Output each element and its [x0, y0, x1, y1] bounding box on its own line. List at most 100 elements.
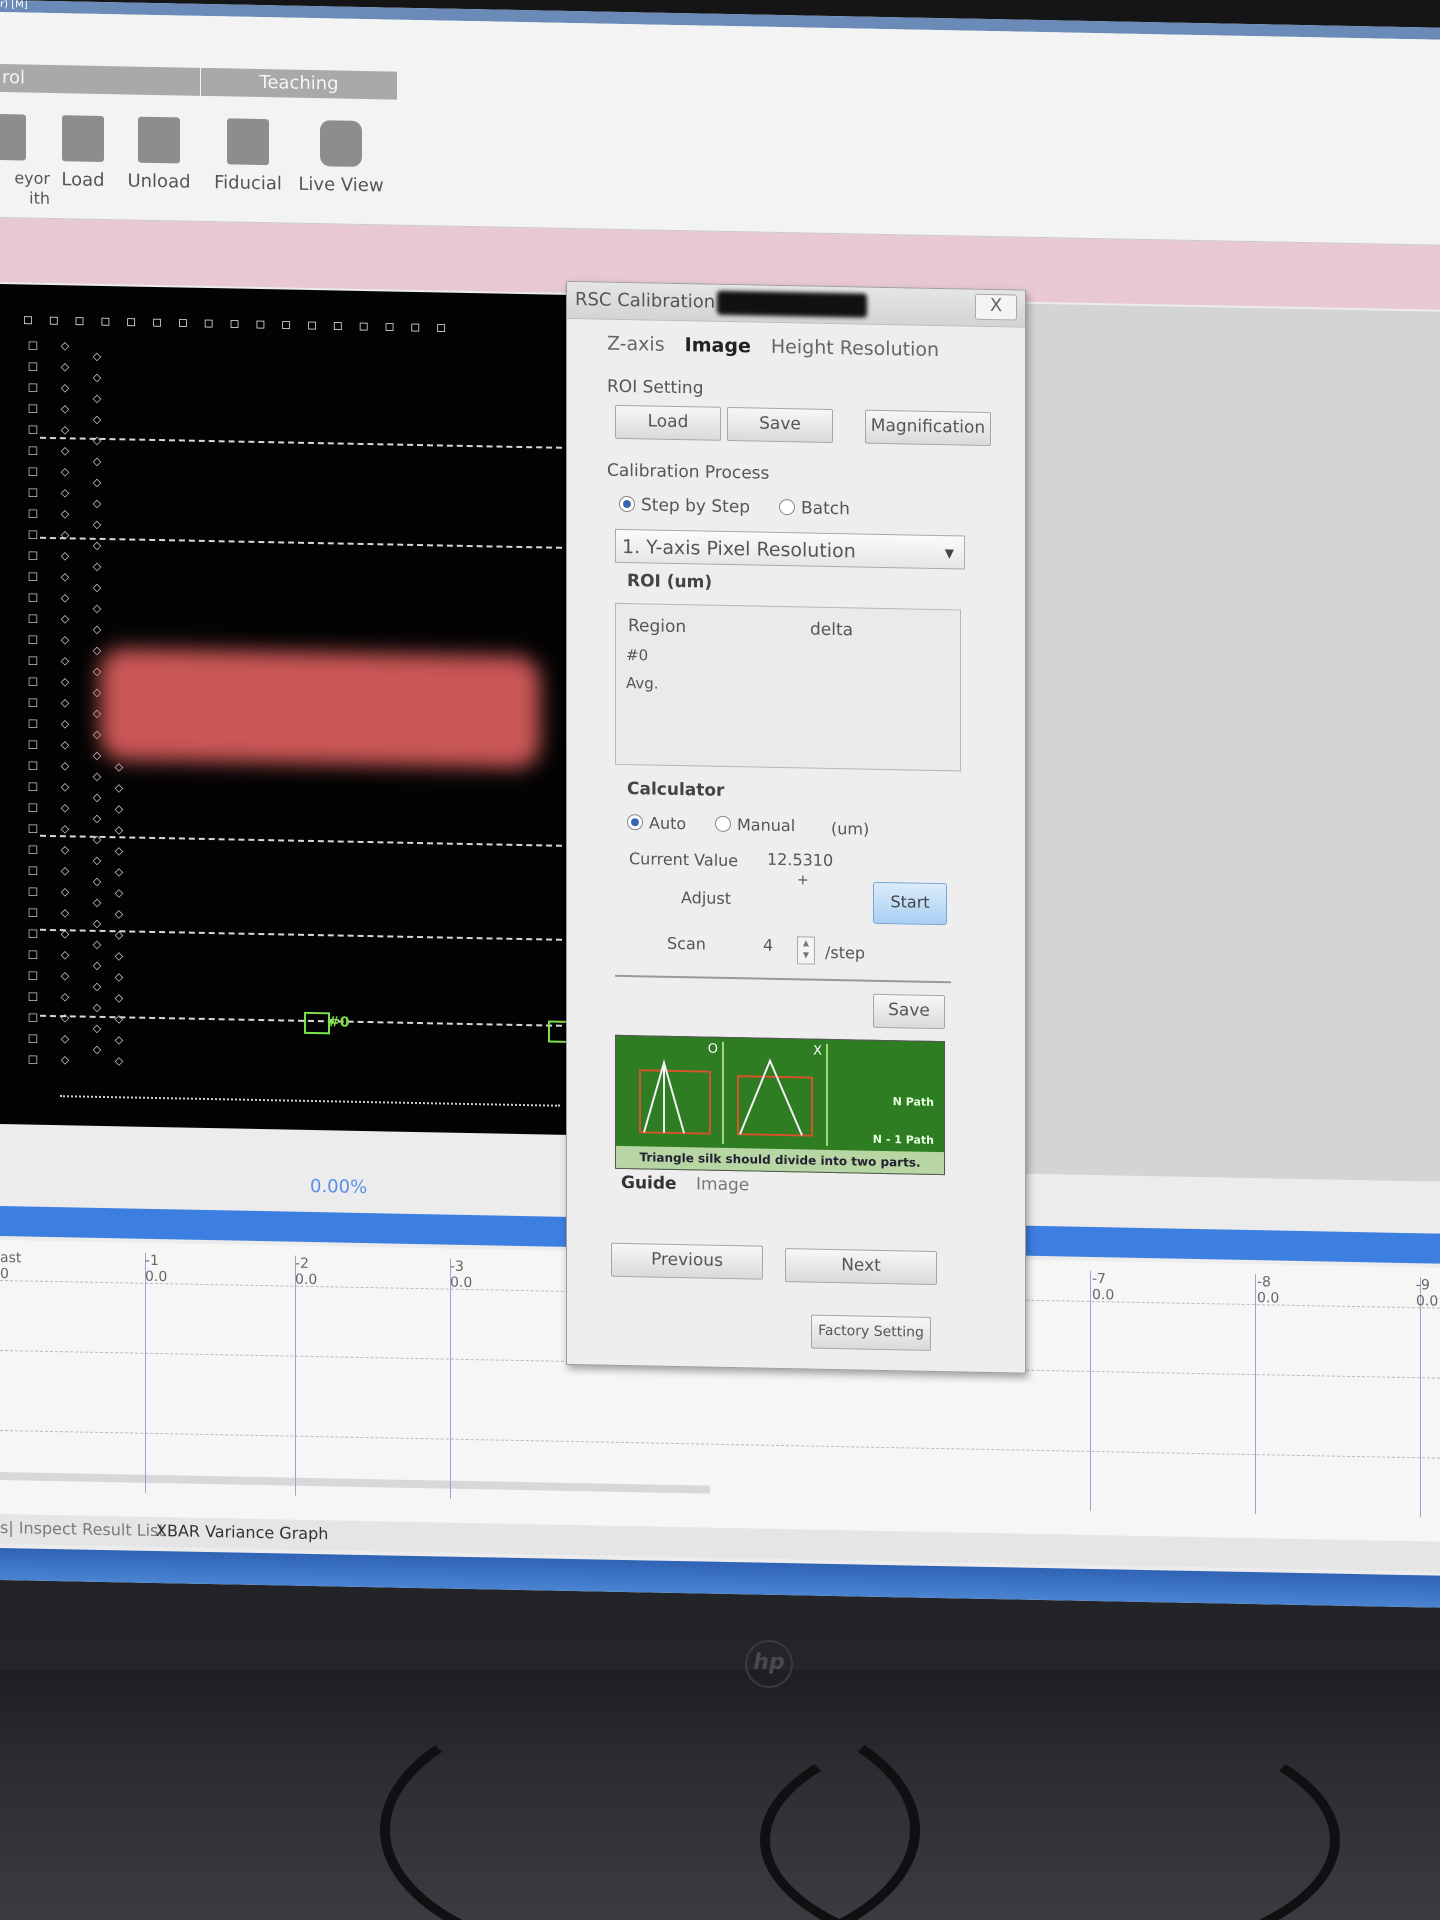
- ok-mark: O: [707, 1041, 718, 1057]
- pad-column-2: ◇ ◇ ◇ ◇ ◇ ◇ ◇ ◇ ◇ ◇ ◇ ◇ ◇ ◇ ◇ ◇ ◇ ◇ ◇ ◇ ◇ ◇ ◇ ◇ ◇ ◇ ◇ ◇ ◇ ◇ ◇ ◇ ◇ ◇ ◇: [60, 339, 70, 1067]
- roi-row-avg: Avg.: [626, 674, 659, 693]
- next-button[interactable]: Next: [785, 1248, 937, 1285]
- radio-step-by-step[interactable]: Step by Step: [619, 495, 751, 518]
- tab-height-resolution[interactable]: Height Resolution: [771, 336, 939, 361]
- camera-viewport[interactable]: □□□□□□□□□□□□□□□□□ □ □ □ □ □ □ □ □ □ □ □ □ □ □ □ □ □ □ □ □ □ □…: [0, 284, 574, 1135]
- dialog-title-bar[interactable]: RSC Calibration X: [567, 281, 1025, 328]
- calculator-title: Calculator: [627, 779, 725, 801]
- factory-setting-button[interactable]: Factory Setting: [811, 1314, 931, 1351]
- hp-logo: hp: [745, 1640, 793, 1688]
- load-icon: [62, 115, 104, 162]
- close-icon: X: [989, 295, 1003, 317]
- live-view-button[interactable]: Live View: [296, 110, 386, 232]
- tab-guide-image[interactable]: Image: [696, 1174, 749, 1195]
- horizontal-scrollbar[interactable]: [0, 1472, 710, 1494]
- calculator-unit: (um): [831, 818, 870, 839]
- pad-row-bottom: [60, 1095, 560, 1107]
- calibration-process-label: Calibration Process: [607, 460, 770, 484]
- step-by-step-label: Step by Step: [641, 495, 751, 518]
- calibration-step-select[interactable]: 1. Y-axis Pixel Resolution ▼: [615, 528, 965, 570]
- dialog-tabs: Z-axis Image Height Resolution: [607, 333, 953, 362]
- tab-guide[interactable]: Guide: [621, 1173, 677, 1194]
- tab-inspect-result-list[interactable]: s| Inspect Result List: [0, 1518, 165, 1540]
- roi-title: ROI (um): [627, 571, 713, 593]
- unload-icon: [138, 116, 180, 164]
- radio-off-icon: [715, 815, 731, 833]
- fiducial-label: Fiducial: [214, 172, 282, 195]
- unload-label: Unload: [127, 170, 191, 193]
- radio-on-icon: [627, 814, 643, 831]
- close-button[interactable]: X: [975, 293, 1017, 321]
- magnification-button[interactable]: Magnification: [865, 409, 991, 447]
- trace-line: [40, 536, 562, 549]
- graph-axis-line: [1090, 1270, 1091, 1511]
- previous-button[interactable]: Previous: [611, 1242, 763, 1280]
- n-path-label: N Path: [892, 1095, 934, 1109]
- graph-axis-line: [145, 1252, 146, 1493]
- axis-tick: -2 0.0: [295, 1255, 318, 1289]
- axis-tick: -3 0.0: [450, 1258, 473, 1292]
- divider: [615, 974, 951, 984]
- roi-col-region: Region: [628, 616, 687, 638]
- radio-on-icon: [619, 495, 635, 513]
- fiducial-button[interactable]: Fiducial: [203, 108, 293, 230]
- radio-off-icon: [779, 498, 795, 516]
- radio-auto[interactable]: Auto: [627, 813, 686, 833]
- graph-axis-line: [295, 1255, 296, 1496]
- tab-z-axis[interactable]: Z-axis: [607, 333, 665, 356]
- manual-label: Manual: [737, 815, 796, 836]
- adjust-sign: +: [797, 872, 809, 889]
- tab-image[interactable]: Image: [685, 334, 751, 357]
- redacted-title: [717, 290, 867, 318]
- pad-column-1: □ □ □ □ □ □ □ □ □ □ □ □ □ □ □ □ □ □ □ □ □ □ □ □ □ □ □ □ □ □ □ □ □ □ □: [27, 338, 39, 1066]
- rsc-calibration-dialog: RSC Calibration X Z-axis Image Height Re…: [566, 280, 1026, 1374]
- graph-gridline: [0, 1430, 1440, 1459]
- roi-table: Region delta #0 Avg.: [615, 602, 961, 772]
- batch-label: Batch: [801, 498, 850, 520]
- unload-button[interactable]: Unload: [114, 106, 204, 228]
- roi-setting-label: ROI Setting: [607, 376, 704, 399]
- roi-marker[interactable]: [304, 1011, 330, 1035]
- roi-save-button[interactable]: Save: [727, 406, 833, 443]
- graph-axis-line: [450, 1258, 451, 1499]
- axis-tick: -7 0.0: [1092, 1270, 1115, 1304]
- chevron-down-icon: ▼: [944, 546, 954, 561]
- roi-row-0: #0: [626, 646, 649, 665]
- trace-line: [40, 436, 562, 449]
- calculator-save-button[interactable]: Save: [873, 993, 945, 1030]
- axis-tick: -1 0.0: [145, 1252, 168, 1286]
- axis-tick: -8 0.0: [1257, 1274, 1280, 1307]
- axis-tick: -9 0.0: [1416, 1277, 1439, 1310]
- graph-axis-line: [1420, 1277, 1421, 1518]
- adjust-label: Adjust: [681, 888, 732, 909]
- ribbon-group-control: rol: [0, 64, 200, 96]
- scan-value[interactable]: 4: [763, 936, 773, 955]
- bad-mark: X: [813, 1043, 822, 1059]
- ribbon-group-teaching: Teaching: [201, 67, 397, 100]
- scan-unit: /step: [825, 942, 865, 963]
- live-view-icon: [320, 120, 362, 167]
- guide-illustration: O X N Path N - 1 Path Triangle silk shou…: [615, 1034, 945, 1176]
- pad-column-4: ◇ ◇ ◇ ◇ ◇ ◇ ◇ ◇ ◇ ◇ ◇ ◇ ◇ ◇ ◇: [114, 760, 124, 1068]
- ribbon: rol Teaching eyor ith Load Unload Fiduci…: [0, 12, 1440, 246]
- redacted-region: [100, 647, 540, 769]
- guide-tabs: Guide Image: [621, 1173, 749, 1195]
- graph-axis-line: [1255, 1274, 1256, 1515]
- radio-manual[interactable]: Manual: [715, 815, 796, 836]
- axis-tick: ast 0: [0, 1250, 22, 1283]
- side-panel: [1010, 303, 1440, 1182]
- triangle-bad-icon: [737, 1058, 813, 1137]
- progress-percent: 0.00%: [310, 1175, 368, 1199]
- start-button[interactable]: Start: [873, 881, 947, 926]
- radio-batch[interactable]: Batch: [779, 498, 850, 519]
- scan-stepper[interactable]: ▲ ▼: [797, 936, 815, 965]
- auto-label: Auto: [649, 813, 687, 834]
- live-view-label: Live View: [298, 173, 384, 197]
- screen: r) [M] rol Teaching eyor ith Load Unload…: [0, 0, 1440, 1608]
- tab-xbar-variance-graph[interactable]: XBAR Variance Graph: [156, 1521, 328, 1543]
- roi-load-button[interactable]: Load: [615, 404, 721, 441]
- current-value: 12.5310: [767, 849, 834, 870]
- selected-step: 1. Y-axis Pixel Resolution: [622, 535, 856, 563]
- current-value-label: Current Value: [629, 849, 739, 871]
- monitor: r) [M] rol Teaching eyor ith Load Unload…: [0, 0, 1440, 1920]
